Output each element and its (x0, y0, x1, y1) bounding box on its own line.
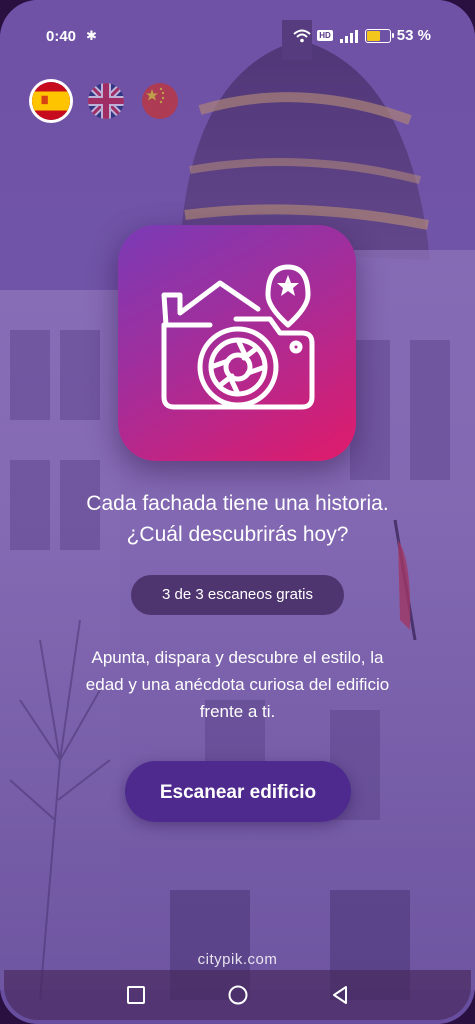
description-line-2: edad y una anécdota curiosa del edificio (85, 675, 390, 694)
camera-house-pin-icon (161, 264, 315, 410)
status-time: 0:40 (46, 28, 77, 45)
status-icons: HD 53 % (293, 27, 431, 44)
scan-building-button[interactable]: Escanear edificio (125, 761, 351, 822)
battery-percent: 53 % (396, 27, 431, 44)
uk-flag-icon[interactable] (88, 83, 124, 119)
triangle-back-icon[interactable] (328, 983, 352, 1007)
spain-flag-icon[interactable] (32, 82, 70, 120)
headline-line-2: ¿Cuál descubrirás hoy? (126, 523, 349, 546)
description-text: Apunta, dispara y descubre el estilo, la… (56, 644, 419, 725)
china-flag-icon[interactable] (142, 83, 178, 119)
footer-website-link[interactable]: citypik.com (0, 951, 475, 968)
battery-icon (364, 28, 394, 43)
status-bar: 0:40 ✱ HD 53 % (0, 0, 475, 72)
hd-badge: HD (317, 30, 333, 41)
circle-home-icon[interactable] (226, 983, 250, 1007)
headline: Cada fachada tiene una historia. ¿Cuál d… (0, 488, 475, 550)
free-scans-badge: 3 de 3 escaneos gratis (131, 575, 344, 615)
app-logo (118, 225, 356, 461)
system-nav-bar (4, 970, 471, 1020)
bluetooth-icon: ✱ (86, 28, 97, 43)
headline-line-1: Cada fachada tiene una historia. (86, 492, 389, 515)
description-line-3: frente a ti. (199, 702, 276, 721)
phone-screen: 0:40 ✱ HD 53 % Cada fachada tiene una hi… (0, 0, 475, 1024)
battery-level-fill (366, 30, 380, 41)
square-recents-icon[interactable] (124, 983, 148, 1007)
wifi-icon (293, 29, 311, 42)
language-selector (32, 82, 178, 120)
description-line-1: Apunta, dispara y descubre el estilo, la (91, 648, 384, 667)
signal-icon (339, 29, 358, 43)
